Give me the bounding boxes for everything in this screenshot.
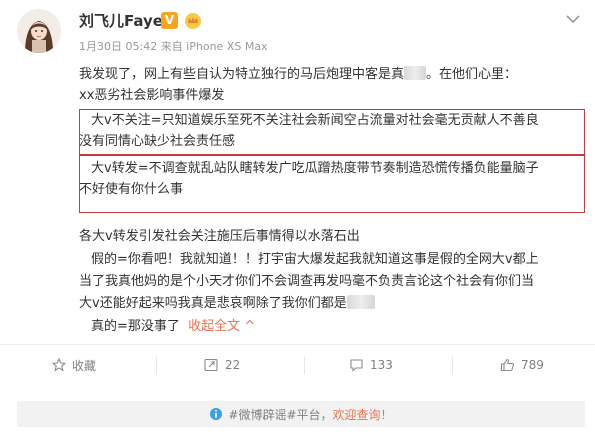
like-button[interactable]: 789 <box>500 345 544 385</box>
box2-line2: 不好使有你什么事 <box>79 182 184 197</box>
paragraph-3: 各大v转发引发社会关注施压后事情得以水落石出 <box>79 229 360 244</box>
info-icon <box>210 408 223 420</box>
verified-badge-icon: V <box>161 12 178 29</box>
post-header: 刘飞儿Faye V 1月30日 05:42 来自 iPhone XS Max <box>0 0 595 64</box>
favorite-label: 收藏 <box>72 358 97 373</box>
post-meta: 1月30日 05:42 来自 iPhone XS Max <box>79 40 268 53</box>
blurred-text <box>346 295 375 309</box>
paragraph-5: 真的=那没事了 收起全文 ^ <box>91 319 256 334</box>
divider <box>156 357 157 374</box>
star-icon <box>52 358 66 372</box>
paragraph-2: xx恶劣社会影响事件爆发 <box>79 88 225 103</box>
rumor-check-banner: #微博辟谣#平台， 欢迎查询！ <box>17 401 585 427</box>
divider <box>452 357 453 374</box>
thumbs-up-icon <box>500 358 515 372</box>
avatar[interactable] <box>17 9 61 53</box>
repost-icon <box>204 358 218 372</box>
divider <box>304 357 305 374</box>
comment-icon <box>350 359 363 372</box>
action-bar: 收藏 22 133 789 <box>0 344 595 385</box>
comment-count: 133 <box>370 358 393 372</box>
comment-button[interactable]: 133 <box>349 345 393 385</box>
repost-button[interactable]: 22 <box>204 345 240 385</box>
member-crown-icon <box>185 13 201 29</box>
chevron-down-icon[interactable] <box>566 14 580 24</box>
paragraph-4-line1: 假的=你看吧！我就知道！！打宇宙大爆发起我就知道这事是假的全网大v都上 <box>91 252 539 267</box>
paragraph-4-line3: 大v还能好起来吗我真是悲哀啊除了我你们都是 <box>79 293 375 314</box>
blurred-text <box>404 66 427 80</box>
post-body: 我发现了，网上有些自认为特立独行的马后炮理中客是真 。在他们心里： xx恶劣社会影… <box>79 64 585 106</box>
paragraph-4-line2: 当了我真他妈的是个小天才你们不会调查再发吗毫不负责言论这个社会有你们当 <box>79 274 535 289</box>
collapse-text-link[interactable]: 收起全文 <box>188 319 240 334</box>
banner-text: #微博辟谣#平台， <box>228 407 333 422</box>
paragraph-1: 我发现了，网上有些自认为特立独行的马后炮理中客是真 。在他们心里： <box>79 66 518 82</box>
banner-link[interactable]: 欢迎查询！ <box>333 406 393 423</box>
collapse-caret-icon[interactable]: ^ <box>244 319 255 334</box>
repost-count: 22 <box>225 358 241 372</box>
like-count: 789 <box>521 358 544 372</box>
box1-line2: 没有同情心缺少社会责任感 <box>79 134 236 149</box>
favorite-button[interactable]: 收藏 <box>52 345 96 385</box>
author-name[interactable]: 刘飞儿Faye <box>79 10 163 31</box>
box2-line1: 大v转发=不调查就乱站队瞎转发广吃瓜蹭热度带节奏制造恐慌传播负能量脑子 <box>91 161 539 176</box>
box1-line1: 大v不关注=只知道娱乐至死不关注社会新闻空占流量对社会毫无贡献人不善良 <box>91 113 539 128</box>
